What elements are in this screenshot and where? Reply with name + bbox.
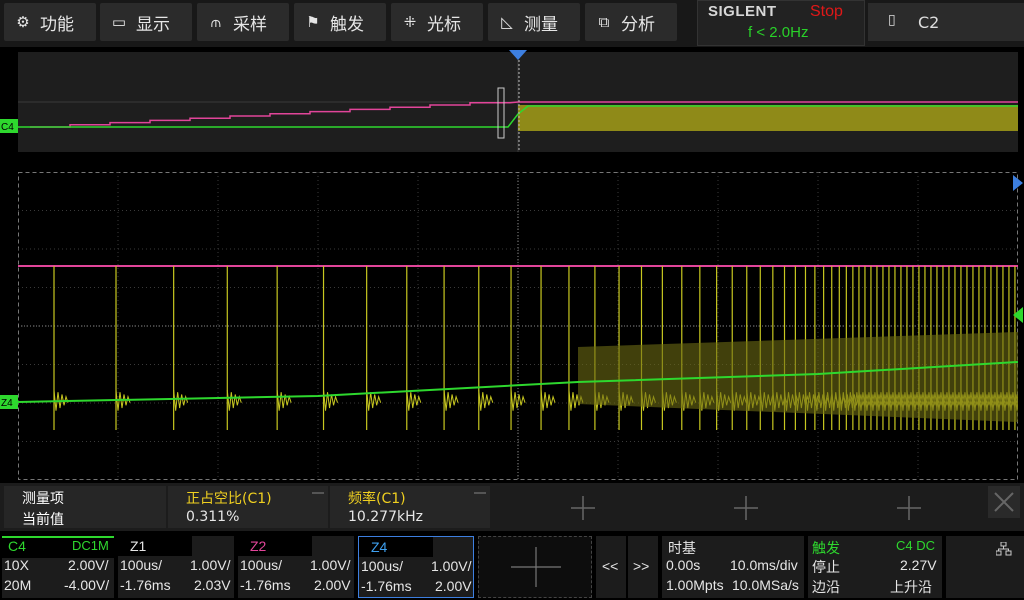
menu-measure[interactable]: ◺ 测量 [488, 3, 580, 41]
z1-delay: -1.76ms [120, 577, 171, 593]
acquire-icon: ⫙ [210, 13, 222, 31]
meas-duty-title: 正占空比(C1) [186, 491, 272, 507]
menu-label: 分析 [621, 14, 655, 35]
z1-offset: 2.03V [194, 577, 231, 593]
z4-time: 100us/ [361, 558, 404, 574]
menu-flag[interactable]: ⚑ 触发 [294, 3, 386, 41]
main-grid [18, 172, 1018, 480]
menu-label: 显示 [136, 14, 170, 35]
meas-duty-value: 0.311% [186, 509, 240, 525]
overview-c4-label: C4 [1, 122, 14, 133]
trigger-state: 停止 [812, 559, 840, 575]
add-measure-icon[interactable] [568, 493, 598, 523]
timebase-rate: 10.0MSa/s [732, 577, 799, 593]
trigger-position-marker[interactable] [508, 48, 528, 62]
channel-menu-button[interactable]: ▯ C2 [868, 3, 1024, 41]
measure-icon: ◺ [501, 13, 513, 31]
z2-name: Z2 [250, 538, 267, 554]
trigger-slope: 上升沿 [890, 579, 932, 595]
main-waveform-grid[interactable] [18, 172, 1018, 480]
add-channel-icon [511, 547, 561, 587]
gear-icon: ⚙ [16, 13, 30, 31]
c4-probe: 10X [4, 557, 29, 573]
trigger-title: 触发 [812, 540, 840, 556]
flag-icon: ⚑ [306, 13, 320, 31]
add-measure-icon[interactable] [894, 493, 924, 523]
z1-name: Z1 [130, 538, 147, 554]
z1-status-box[interactable]: Z1 100us/ 1.00V/ -1.76ms 2.03V [118, 536, 234, 598]
meas-freq-value: 10.277kHz [348, 509, 423, 525]
menu-label: 采样 [233, 14, 267, 35]
z1-time: 100us/ [120, 557, 163, 573]
main-z4-marker[interactable]: Z4 [0, 395, 18, 409]
network-icon [996, 542, 1012, 556]
c4-bandwidth: 20M [4, 577, 32, 593]
menu-analysis[interactable]: ⧉ 分析 [585, 3, 677, 41]
meas-current-label: 当前值 [22, 512, 64, 528]
brand-logo: SIGLENT [708, 3, 777, 20]
c4-status-box[interactable]: C4 DC1M 10X 2.00V/ 20M -4.00V/ [2, 536, 114, 598]
menu-label: 功能 [40, 14, 74, 35]
run-state[interactable]: Stop [810, 3, 843, 21]
overview-waveform[interactable] [18, 52, 1018, 152]
z2-offset: 2.00V [314, 577, 351, 593]
z4-offset: 2.00V [435, 578, 472, 594]
next-page-label: >> [633, 558, 650, 574]
z2-scale: 1.00V/ [310, 557, 351, 573]
z4-status-box[interactable]: Z4 100us/ 1.00V/ -1.76ms 2.00V [358, 536, 474, 598]
z4-name: Z4 [371, 539, 388, 555]
z2-time: 100us/ [240, 557, 283, 573]
timebase-scale: 10.0ms/div [730, 557, 798, 573]
timebase-title: 时基 [668, 540, 696, 556]
trigger-source: C4 DC [896, 538, 936, 553]
trigger-frequency: f < 2.0Hz [748, 24, 809, 41]
meas-freq-title: 频率(C1) [348, 491, 406, 507]
menu-gear[interactable]: ⚙ 功能 [4, 3, 96, 41]
c4-coupling: DC1M [72, 538, 109, 553]
prev-page-label: << [602, 558, 619, 574]
z2-status-box[interactable]: Z2 100us/ 1.00V/ -1.76ms 2.00V [238, 536, 354, 598]
next-page-button[interactable]: >> [628, 536, 658, 598]
timebase-delay: 0.00s [666, 557, 701, 573]
network-box[interactable] [946, 536, 1024, 598]
meas-cell-2-dash [474, 492, 486, 494]
main-z4-label: Z4 [1, 398, 13, 409]
add-measure-icon[interactable] [731, 493, 761, 523]
z4-scale: 1.00V/ [431, 558, 472, 574]
timebase-box[interactable]: 时基 0.00s 10.0ms/div 1.00Mpts 10.0MSa/s [662, 536, 804, 598]
channel-label: C2 [918, 13, 940, 32]
menu-monitor[interactable]: ▭ 显示 [100, 3, 192, 41]
right-marker-green[interactable] [1011, 306, 1024, 324]
cursor-icon: ⁜ [403, 13, 417, 31]
menu-label: 光标 [427, 14, 461, 35]
meas-cell-1-dash [312, 492, 324, 494]
c4-scale: 2.00V/ [68, 557, 109, 573]
channel-icon: ▯ [888, 12, 896, 28]
trigger-box[interactable]: 触发 C4 DC 停止 2.27V 边沿 上升沿 [808, 536, 942, 598]
close-measure-icon[interactable] [988, 486, 1020, 518]
trigger-level: 2.27V [900, 557, 937, 573]
overview-c4-marker[interactable]: C4 [0, 119, 18, 133]
trigger-type-label: 边沿 [812, 579, 840, 595]
menu-acquire[interactable]: ⫙ 采样 [197, 3, 289, 41]
meas-header-label: 测量项 [22, 491, 64, 507]
brand-status-panel: SIGLENT Stop f < 2.0Hz [697, 0, 865, 46]
c4-offset: -4.00V/ [64, 577, 110, 593]
z1-scale: 1.00V/ [190, 557, 231, 573]
add-channel-box[interactable] [478, 536, 592, 598]
timebase-memory: 1.00Mpts [666, 577, 724, 593]
prev-page-button[interactable]: << [596, 536, 626, 598]
analysis-icon: ⧉ [598, 13, 610, 31]
right-marker-blue[interactable] [1011, 174, 1024, 192]
z4-delay: -1.76ms [361, 578, 412, 594]
z2-delay: -1.76ms [240, 577, 291, 593]
monitor-icon: ▭ [111, 13, 127, 31]
c4-name: C4 [8, 538, 26, 554]
menu-cursor[interactable]: ⁜ 光标 [391, 3, 483, 41]
menu-label: 测量 [524, 14, 558, 35]
menu-label: 触发 [330, 14, 364, 35]
